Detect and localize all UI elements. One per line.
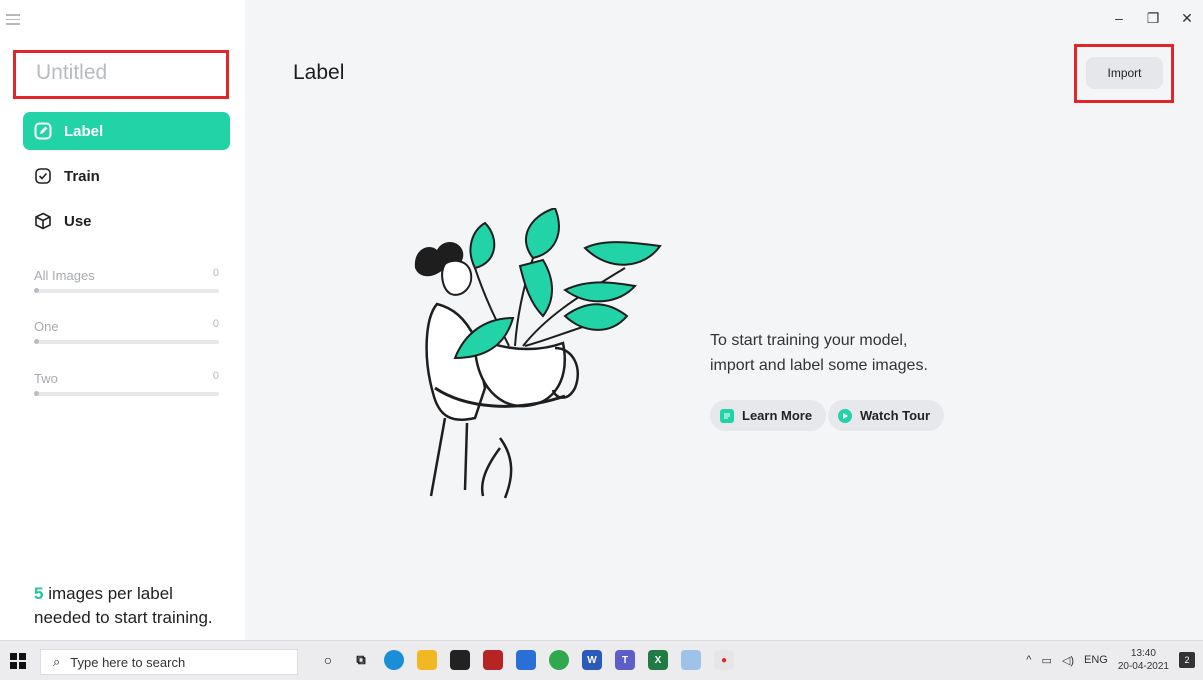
learn-more-label: Learn More [742,408,813,423]
empty-line-1: To start training your model, [710,332,908,349]
restore-icon[interactable]: ❐ [1145,10,1161,26]
empty-state-message: To start training your model, import and… [710,328,928,378]
clock[interactable]: 13:40 20-04-2021 [1118,647,1169,673]
close-icon[interactable]: ✕ [1179,10,1195,26]
edit-icon [34,122,52,140]
volume-icon[interactable]: ◁) [1062,654,1074,667]
clock-time: 13:40 [1130,648,1156,659]
windows-start-icon[interactable] [10,653,26,669]
windows-taskbar: ⌕ Type here to search ○ ⧉ W T X ● ^ ▭ ◁)… [0,640,1203,680]
class-name: All Images [34,268,95,283]
project-title[interactable]: Untitled [36,61,107,85]
class-row-one[interactable]: One 0 [34,318,219,344]
menu-icon[interactable] [6,14,20,26]
window-controls: – ❐ ✕ [1111,10,1195,27]
edge-icon[interactable] [384,650,404,670]
class-count: 0 [212,318,219,330]
class-progress-bar [34,340,219,344]
taskbar-apps: ○ ⧉ W T X ● [318,650,734,670]
system-tray: ^ ▭ ◁) ENG 13:40 20-04-2021 2 [1026,647,1195,673]
language-indicator[interactable]: ENG [1084,654,1108,666]
import-button[interactable]: Import [1086,57,1163,89]
nav-train-text: Train [64,167,100,185]
class-progress-bar [34,289,219,293]
clock-date: 20-04-2021 [1117,661,1169,672]
class-name: Two [34,371,58,386]
paint-icon[interactable] [681,650,701,670]
class-progress-bar [34,392,219,396]
watch-tour-button[interactable]: Watch Tour [828,400,945,431]
play-icon [838,408,852,423]
excel-icon[interactable]: X [648,650,668,670]
file-explorer-icon[interactable] [417,650,437,670]
store-icon[interactable] [450,650,470,670]
person-with-plant-illustration [405,206,675,503]
class-progress-dot [34,391,39,396]
teams-icon[interactable]: T [615,650,635,670]
nav-label-text: Label [64,122,104,140]
search-placeholder: Type here to search [70,654,186,670]
class-name: One [34,319,59,334]
word-icon[interactable]: W [582,650,602,670]
training-hint: 5 images per label needed to start train… [34,582,213,630]
chrome-icon[interactable] [549,650,569,670]
class-count: 0 [212,267,219,279]
class-progress-dot [34,339,39,344]
task-view-icon[interactable]: ⧉ [351,650,371,670]
project-title-highlight: Untitled [13,50,229,99]
nav-label[interactable]: Label [23,112,230,150]
nav-use-text: Use [64,212,92,230]
class-progress-dot [34,288,39,293]
empty-line-2: import and label some images. [710,357,928,374]
game-icon[interactable] [483,650,503,670]
class-count: 0 [212,370,219,382]
sidebar: Untitled Label Train Use All Images 0 On… [0,0,245,640]
watch-tour-label: Watch Tour [860,408,931,423]
page-title: Label [293,61,345,84]
class-row-all-images[interactable]: All Images 0 [34,267,219,293]
minimize-icon[interactable]: – [1111,10,1127,26]
notification-icon[interactable]: 2 [1179,652,1195,668]
nav-use[interactable]: Use [23,202,230,240]
lobe-icon[interactable]: ● [714,650,734,670]
search-icon: ⌕ [53,654,61,669]
cortana-icon[interactable]: ○ [318,650,338,670]
chevron-up-icon[interactable]: ^ [1026,654,1031,666]
network-icon[interactable]: ▭ [1041,654,1051,667]
check-square-icon [34,167,52,185]
mail-icon[interactable] [516,650,536,670]
nav-train[interactable]: Train [23,157,230,195]
class-row-two[interactable]: Two 0 [34,370,219,396]
hint-text-1: images per label [43,584,173,603]
cube-icon [34,212,52,230]
learn-more-button[interactable]: Learn More [710,400,827,431]
document-icon [720,408,734,423]
taskbar-search[interactable]: ⌕ Type here to search [40,649,298,675]
hint-text-2: needed to start training. [34,608,213,627]
